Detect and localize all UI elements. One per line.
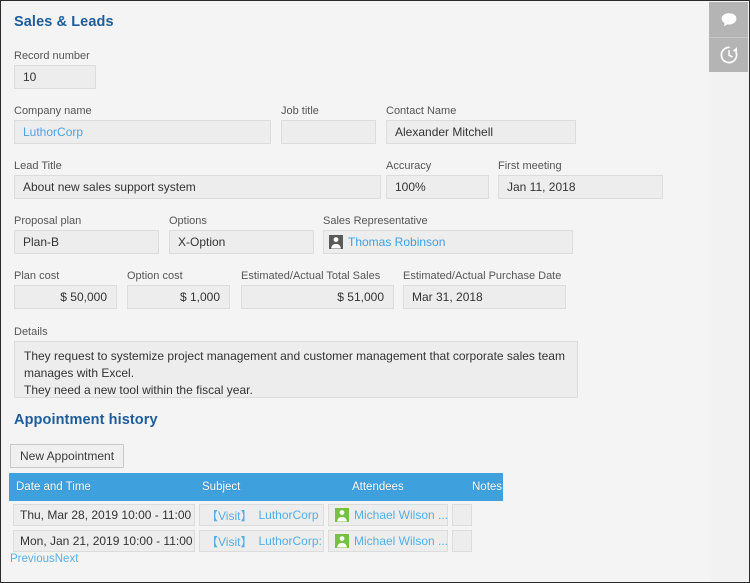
cell-date-and-time: Thu, Mar 28, 2019 10:00 - 11:00: [13, 504, 195, 526]
field-sales-representative: Sales Representative Thomas Robinson: [323, 215, 573, 254]
input-total-sales[interactable]: $ 51,000: [241, 285, 394, 309]
subject-tag: 【Visit】: [206, 507, 252, 524]
field-company-name: Company name LuthorCorp: [14, 105, 271, 144]
field-job-title: Job title: [281, 105, 376, 144]
app-window: Sales & Leads Record number 10 Company n…: [0, 0, 750, 583]
cell-notes: [452, 504, 472, 526]
cell-attendees[interactable]: Michael Wilson ...: [328, 504, 448, 526]
chat-button[interactable]: [709, 2, 748, 37]
attendee-name: Michael Wilson ...: [354, 534, 448, 548]
cell-date-and-time: Mon, Jan 21, 2019 10:00 - 11:00: [13, 530, 195, 552]
input-details[interactable]: They request to systemize project manage…: [14, 341, 578, 398]
field-option-cost: Option cost $ 1,000: [127, 270, 230, 309]
appointment-history-title: Appointment history: [14, 412, 158, 428]
label-plan-cost: Plan cost: [14, 270, 117, 282]
input-option-cost[interactable]: $ 1,000: [127, 285, 230, 309]
field-options: Options X-Option: [169, 215, 314, 254]
previous-page-link[interactable]: Previous: [10, 553, 55, 565]
attendee-name: Michael Wilson ...: [354, 508, 448, 522]
field-proposal-plan: Proposal plan Plan-B: [14, 215, 159, 254]
subject-text: LuthorCorp: d...: [258, 534, 324, 548]
input-purchase-date[interactable]: Mar 31, 2018: [403, 285, 566, 309]
input-sales-representative[interactable]: Thomas Robinson: [323, 230, 573, 254]
input-proposal-plan[interactable]: Plan-B: [14, 230, 159, 254]
field-contact-name: Contact Name Alexander Mitchell: [386, 105, 576, 144]
input-job-title[interactable]: [281, 120, 376, 144]
input-accuracy[interactable]: 100%: [386, 175, 489, 199]
subject-tag: 【Visit】: [206, 533, 252, 550]
input-record-number[interactable]: 10: [14, 65, 96, 89]
label-company-name: Company name: [14, 105, 271, 117]
field-purchase-date: Estimated/Actual Purchase Date Mar 31, 2…: [403, 270, 566, 309]
label-accuracy: Accuracy: [386, 160, 489, 172]
column-header-date-and-time[interactable]: Date and Time: [9, 481, 195, 493]
label-options: Options: [169, 215, 314, 227]
attendee-avatar-icon: [335, 508, 349, 522]
table-header-row: Date and Time Subject Attendees Notes: [9, 473, 503, 501]
label-total-sales: Estimated/Actual Total Sales: [241, 270, 394, 282]
history-button[interactable]: [709, 37, 748, 72]
record-detail-panel: Sales & Leads Record number 10 Company n…: [1, 1, 711, 582]
cell-notes: [452, 530, 472, 552]
field-first-meeting: First meeting Jan 11, 2018: [498, 160, 663, 199]
input-plan-cost[interactable]: $ 50,000: [14, 285, 117, 309]
field-lead-title: Lead Title About new sales support syste…: [14, 160, 381, 199]
label-lead-title: Lead Title: [14, 160, 381, 172]
input-contact-name[interactable]: Alexander Mitchell: [386, 120, 576, 144]
cell-subject[interactable]: 【Visit】 LuthorCorp: d...: [199, 530, 324, 552]
subject-text: LuthorCorp: [258, 508, 318, 522]
field-details: Details They request to systemize projec…: [14, 326, 578, 398]
column-header-subject[interactable]: Subject: [195, 481, 345, 493]
label-proposal-plan: Proposal plan: [14, 215, 159, 227]
input-options[interactable]: X-Option: [169, 230, 314, 254]
input-lead-title[interactable]: About new sales support system: [14, 175, 381, 199]
clock-history-icon: [718, 44, 740, 66]
label-sales-representative: Sales Representative: [323, 215, 573, 227]
label-contact-name: Contact Name: [386, 105, 576, 117]
column-header-notes[interactable]: Notes: [465, 481, 503, 493]
page-title: Sales & Leads: [14, 14, 114, 30]
label-job-title: Job title: [281, 105, 376, 117]
attendee-avatar-icon: [335, 534, 349, 548]
pagination: PreviousNext: [10, 553, 78, 565]
label-purchase-date: Estimated/Actual Purchase Date: [403, 270, 566, 282]
label-record-number: Record number: [14, 50, 96, 62]
new-appointment-button[interactable]: New Appointment: [10, 444, 124, 468]
cell-subject[interactable]: 【Visit】 LuthorCorp: [199, 504, 324, 526]
field-total-sales: Estimated/Actual Total Sales $ 51,000: [241, 270, 394, 309]
appointment-history-table: Date and Time Subject Attendees Notes Th…: [9, 473, 503, 553]
column-header-attendees[interactable]: Attendees: [345, 481, 465, 493]
input-first-meeting[interactable]: Jan 11, 2018: [498, 175, 663, 199]
field-accuracy: Accuracy 100%: [386, 160, 489, 199]
table-row[interactable]: Thu, Mar 28, 2019 10:00 - 11:00 【Visit】 …: [9, 503, 503, 527]
label-option-cost: Option cost: [127, 270, 230, 282]
user-avatar-icon: [329, 235, 343, 249]
cell-attendees[interactable]: Michael Wilson ...: [328, 530, 448, 552]
input-company-name[interactable]: LuthorCorp: [14, 120, 271, 144]
label-details: Details: [14, 326, 578, 338]
label-first-meeting: First meeting: [498, 160, 663, 172]
sales-representative-name: Thomas Robinson: [348, 231, 445, 253]
chat-bubble-icon: [719, 10, 739, 30]
field-record-number: Record number 10: [14, 50, 96, 89]
table-row[interactable]: Mon, Jan 21, 2019 10:00 - 11:00 【Visit】 …: [9, 529, 503, 553]
side-action-rail: [709, 2, 748, 72]
next-page-link[interactable]: Next: [55, 553, 79, 565]
field-plan-cost: Plan cost $ 50,000: [14, 270, 117, 309]
